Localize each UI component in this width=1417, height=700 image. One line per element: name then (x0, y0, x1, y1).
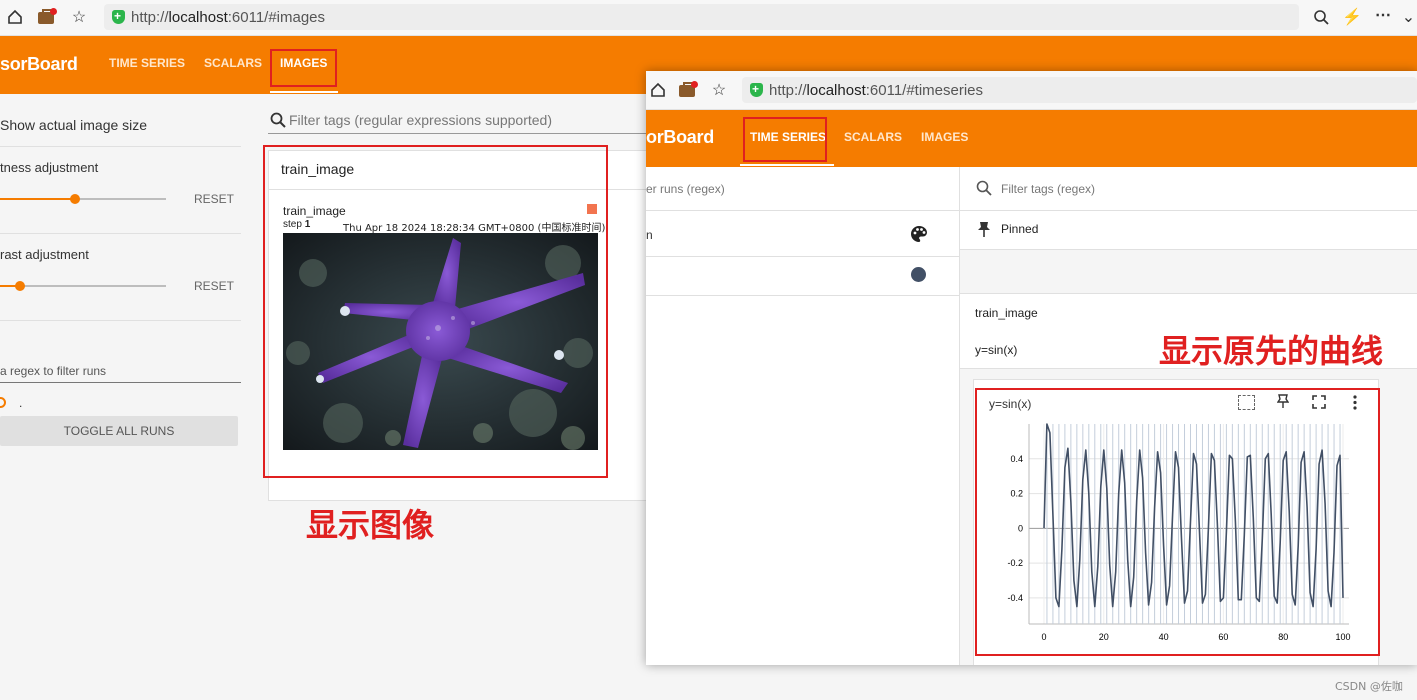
overlay-window: ☆ http://localhost:6011/#timeseries orBo… (646, 71, 1417, 665)
chevron-down-icon[interactable]: ⌄ (1400, 7, 1417, 27)
runs-filter-underline (0, 382, 241, 383)
app-title: sorBoard (0, 54, 78, 74)
secure-shield-icon (750, 82, 763, 97)
url-host: localhost (806, 81, 866, 99)
brightness-slider-fill (0, 198, 75, 200)
divider (646, 295, 959, 296)
lightning-icon[interactable]: ⚡ (1342, 7, 1362, 27)
zoom-icon[interactable] (1310, 7, 1332, 27)
highlight-box-chart (975, 388, 1380, 656)
search-icon (270, 112, 286, 133)
divider (0, 320, 241, 321)
tab-images-2[interactable]: IMAGES (921, 130, 968, 144)
pinned-label: Pinned (1001, 222, 1039, 236)
secure-shield-icon (112, 9, 125, 24)
app-title-2: orBoard (646, 127, 714, 147)
favorites-star-icon[interactable]: ☆ (708, 80, 730, 100)
extension-briefcase-icon[interactable] (677, 81, 698, 99)
watermark: CSDN @佐咖 (1335, 680, 1403, 693)
run-item-label: . (19, 396, 23, 410)
divider (0, 233, 241, 234)
brightness-label: tness adjustment (0, 160, 99, 175)
divider (646, 256, 959, 257)
tag-title[interactable]: y=sin(x) (975, 343, 1017, 357)
tab-active-indicator (270, 91, 338, 93)
pin-icon (977, 221, 991, 242)
toggle-all-runs-button[interactable]: TOGGLE ALL RUNS (0, 416, 238, 446)
url-host: localhost (168, 8, 228, 26)
divider (646, 210, 959, 211)
highlight-box-image-card (263, 145, 608, 478)
brightness-slider-knob[interactable] (69, 194, 80, 204)
filter-runs-input[interactable]: er runs (regex) (646, 182, 725, 196)
contrast-reset-button[interactable]: RESET (194, 279, 234, 293)
runs-filter-input[interactable]: a regex to filter runs (0, 364, 106, 378)
annotation-show-curve: 显示原先的曲线 (1159, 332, 1384, 370)
tag-filter-input[interactable]: Filter tags (regular expressions support… (289, 112, 552, 128)
highlight-box-time-series-tab (743, 117, 827, 162)
run-color-dot[interactable] (911, 267, 926, 282)
url-rest: :6011/#images (227, 8, 326, 26)
home-icon[interactable] (648, 80, 668, 100)
more-menu-icon[interactable]: ⋯ (1372, 5, 1394, 25)
address-bar-2[interactable]: http://localhost:6011/#timeseries (742, 77, 1417, 103)
annotation-show-image: 显示图像 (306, 506, 435, 544)
run-radio[interactable] (0, 397, 6, 408)
tag-filter-underline (268, 133, 646, 134)
tab-scalars[interactable]: SCALARS (204, 56, 262, 70)
contrast-slider-knob[interactable] (14, 281, 25, 291)
tab-scalars-2[interactable]: SCALARS (844, 130, 902, 144)
filter-tags-input[interactable]: Filter tags (regex) (1001, 182, 1095, 196)
url-prefix: http:// (131, 8, 169, 26)
divider (0, 146, 241, 147)
url-prefix: http:// (769, 81, 807, 99)
show-actual-size-label[interactable]: Show actual image size (0, 117, 147, 133)
contrast-label: rast adjustment (0, 247, 89, 262)
highlight-box-images-tab (270, 49, 337, 87)
url-rest: :6011/#timeseries (865, 81, 984, 99)
search-icon (976, 180, 992, 201)
favorites-star-icon[interactable]: ☆ (68, 7, 90, 27)
extension-briefcase-icon[interactable] (36, 8, 57, 26)
group-title[interactable]: train_image (975, 306, 1038, 320)
brightness-reset-button[interactable]: RESET (194, 192, 234, 206)
palette-icon[interactable] (910, 225, 928, 248)
tab-active-indicator-2 (740, 164, 834, 166)
tab-time-series[interactable]: TIME SERIES (109, 56, 185, 70)
address-bar[interactable]: http://localhost:6011/#images (104, 4, 1299, 30)
run-row-label: n (646, 228, 653, 242)
home-icon[interactable] (5, 7, 25, 27)
